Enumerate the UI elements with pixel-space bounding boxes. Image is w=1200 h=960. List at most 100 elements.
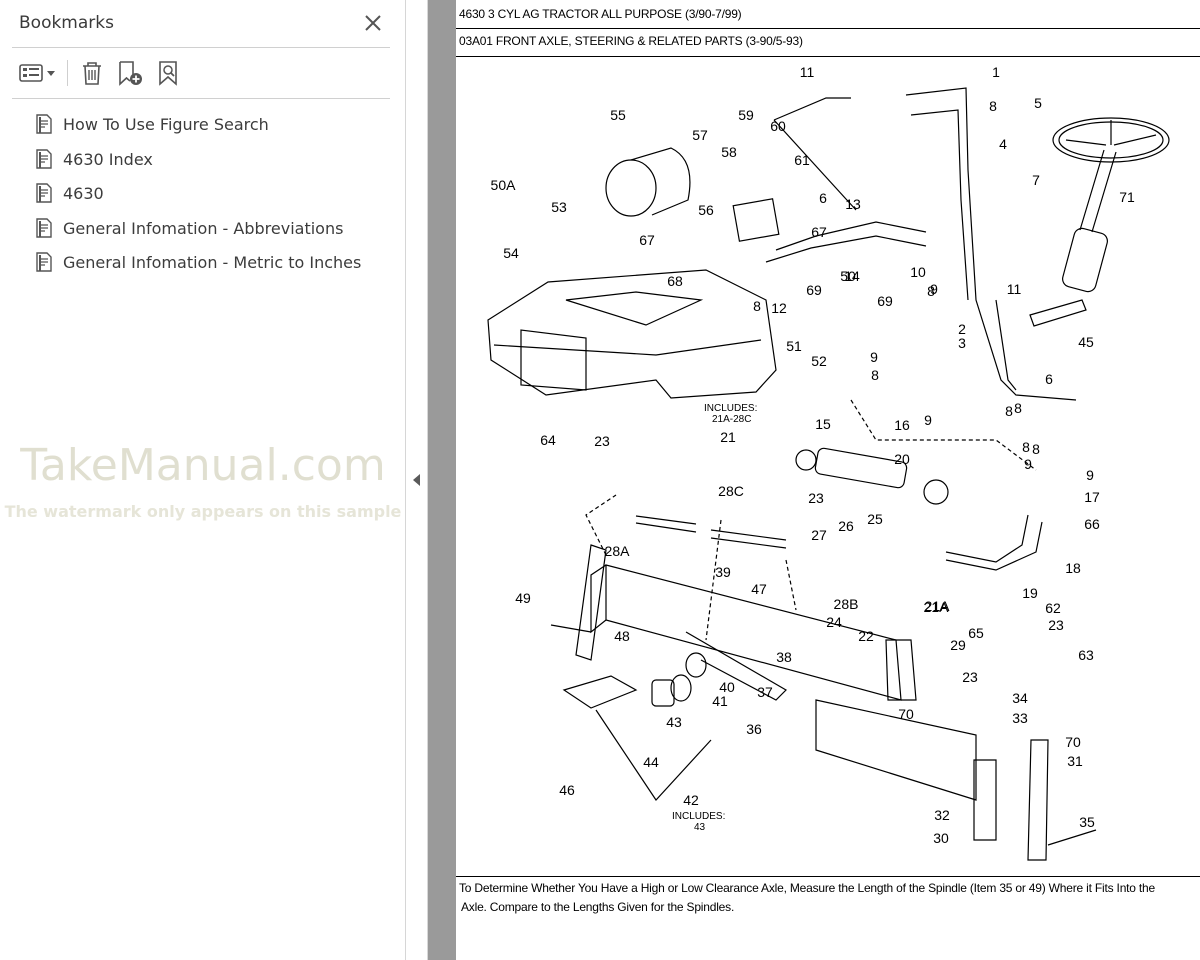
part-callout: 8: [1014, 400, 1022, 416]
part-callout: 8: [1022, 439, 1030, 455]
part-callout: 37: [757, 684, 773, 700]
bookmark-item[interactable]: General Infomation - Abbreviations: [34, 214, 394, 242]
bookmark-page-icon: [34, 251, 54, 273]
bookmark-label: 4630: [63, 183, 104, 203]
includes-value: 21A-28C: [712, 414, 751, 425]
figure-caption: To Determine Whether You Have a High or …: [459, 879, 1194, 917]
options-menu-icon[interactable]: [18, 58, 60, 88]
part-callout: 64: [540, 432, 556, 448]
part-callout: 63: [1078, 647, 1094, 663]
part-callout: 70: [898, 706, 914, 722]
bookmark-label: How To Use Figure Search: [63, 114, 269, 134]
parts-diagram: 11 155 59608 55758 61674771566 1350A53675450 1…: [487, 64, 1170, 861]
part-callout: 9: [924, 412, 932, 428]
close-icon[interactable]: [360, 10, 386, 36]
part-callout: 8: [927, 283, 935, 299]
bookmarks-panel: Bookmarks How To Use Figure Search 4630 …: [0, 0, 406, 960]
part-callout: 49: [515, 590, 531, 606]
part-callout: 26: [838, 518, 854, 534]
part-callout: 22: [858, 628, 874, 644]
toolbar-divider: [67, 60, 68, 86]
bookmark-item[interactable]: 4630: [34, 179, 394, 207]
part-callout: 33: [1012, 710, 1028, 726]
part-callout: 68: [667, 273, 683, 289]
part-callout: 8: [1032, 441, 1040, 457]
part-callout: 55: [610, 107, 626, 123]
part-callout: 36: [746, 721, 762, 737]
bookmark-page-icon: [34, 182, 54, 204]
part-callout: 14: [844, 268, 860, 284]
part-callout: 23: [808, 490, 824, 506]
part-callout: 56: [698, 202, 714, 218]
find-bookmark-icon[interactable]: [155, 58, 185, 88]
panel-divider: [12, 47, 390, 48]
part-callout: 50A: [491, 177, 517, 193]
part-callout: 58: [721, 144, 737, 160]
part-callout: 4: [999, 136, 1007, 152]
bookmark-page-icon: [34, 148, 54, 170]
part-callout: 3: [958, 335, 966, 351]
delete-bookmark-icon[interactable]: [77, 58, 107, 88]
part-callout: 1: [992, 64, 1000, 80]
watermark-title: TakeManual.com: [20, 440, 386, 491]
part-callout: 23: [962, 669, 978, 685]
part-callout: 20: [894, 451, 910, 467]
bookmark-item[interactable]: 4630 Index: [34, 145, 394, 173]
bookmark-item[interactable]: General Infomation - Metric to Inches: [34, 248, 394, 276]
part-callout: 24: [826, 614, 842, 630]
part-callout: 60: [770, 118, 786, 134]
part-callout: 59: [738, 107, 754, 123]
part-callout: 46: [559, 782, 575, 798]
document-header-section: 03A01 FRONT AXLE, STEERING & RELATED PAR…: [459, 34, 803, 48]
part-callout: 62: [1045, 600, 1061, 616]
part-callout: 9: [1086, 467, 1094, 483]
part-callout: 28A: [605, 543, 631, 559]
part-callout: 30: [933, 830, 949, 846]
watermark-subtitle: The watermark only appears on this sampl…: [4, 502, 402, 521]
bookmark-item[interactable]: How To Use Figure Search: [34, 110, 394, 138]
bookmark-page-icon: [34, 113, 54, 135]
part-callout: 8: [871, 367, 879, 383]
header-rule: [456, 28, 1200, 29]
caption-line: To Determine Whether You Have a High or …: [459, 881, 1155, 895]
part-callout: 6: [1045, 371, 1053, 387]
part-callout: 67: [811, 224, 827, 240]
part-callout: 10: [910, 264, 926, 280]
part-callout: 13: [845, 196, 861, 212]
bookmark-label: 4630 Index: [63, 149, 153, 169]
collapse-arrow-icon: [413, 474, 420, 486]
part-callout: 43: [666, 714, 682, 730]
part-callout: 34: [1012, 690, 1028, 706]
part-callout: 25: [867, 511, 883, 527]
part-callout: 35: [1079, 814, 1095, 830]
part-callout: 9: [1024, 456, 1032, 472]
part-callout: 11: [800, 64, 815, 80]
part-callout: 32: [934, 807, 950, 823]
part-callout: 6: [819, 190, 827, 206]
part-callout: 9: [870, 349, 878, 365]
includes-label: INCLUDES:: [672, 811, 725, 822]
part-callout: 66: [1084, 516, 1100, 532]
part-callout: 65: [968, 625, 984, 641]
part-callout: 19: [1022, 585, 1038, 601]
part-callout: 7: [1032, 172, 1040, 188]
part-callout: 31: [1067, 753, 1083, 769]
part-callout: 29: [950, 637, 966, 653]
add-bookmark-icon[interactable]: [115, 58, 145, 88]
panel-collapse-handle[interactable]: [406, 0, 428, 960]
part-callout: 48: [614, 628, 630, 644]
part-callout: 57: [692, 127, 708, 143]
document-page: 4630 3 CYL AG TRACTOR ALL PURPOSE (3/90-…: [456, 0, 1200, 960]
part-callout: 53: [551, 199, 567, 215]
part-callout: 11: [1007, 281, 1022, 297]
part-callout: 44: [643, 754, 659, 770]
part-callout: 18: [1065, 560, 1081, 576]
part-callout: 38: [776, 649, 792, 665]
part-callout: 21: [720, 429, 736, 445]
caption-line: Axle. Compare to the Lengths Given for t…: [461, 900, 735, 914]
part-callout: 8: [753, 298, 761, 314]
part-callout: 15: [815, 416, 831, 432]
part-callout: 17: [1084, 489, 1100, 505]
part-callout: 39: [715, 564, 731, 580]
part-callout: 51: [786, 338, 802, 354]
